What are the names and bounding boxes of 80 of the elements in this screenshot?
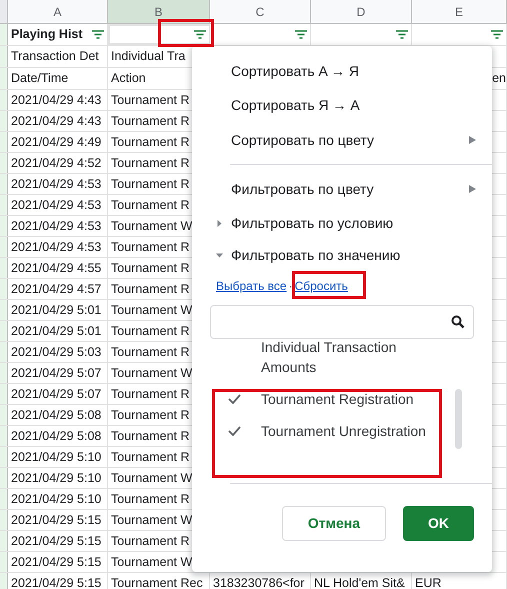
table-cell: 2021/04/29 4:53 <box>8 174 108 194</box>
table-cell: 2021/04/29 4:43 <box>8 90 108 110</box>
table-cell: 2021/04/29 5:08 <box>8 426 108 446</box>
table-cell: 2021/04/29 4:55 <box>8 258 108 278</box>
caret-right-icon <box>216 220 223 226</box>
row-header[interactable] <box>0 216 8 236</box>
table-cell: 2021/04/29 4:53 <box>8 237 108 257</box>
row-header[interactable] <box>0 489 8 509</box>
table-cell: 2021/04/29 5:15 <box>8 573 108 589</box>
row-header[interactable] <box>0 132 8 152</box>
table-cell: 3183230786<for <box>210 573 311 589</box>
row-header[interactable] <box>0 68 8 89</box>
row-header[interactable] <box>0 405 8 425</box>
row-header[interactable] <box>0 468 8 488</box>
table-cell: 2021/04/29 5:15 <box>8 531 108 551</box>
table-cell: 2021/04/29 5:07 <box>8 384 108 404</box>
highlight-frame <box>158 19 214 47</box>
row-header[interactable] <box>0 24 8 45</box>
table-cell: 2021/04/29 5:01 <box>8 321 108 341</box>
table-cell: 2021/04/29 5:03 <box>8 342 108 362</box>
table-cell: Transaction Det <box>8 46 108 67</box>
row-header[interactable] <box>0 111 8 131</box>
row-header[interactable] <box>0 195 8 215</box>
search-icon <box>451 315 465 329</box>
scrollbar[interactable] <box>455 389 462 449</box>
link[interactable]: Выбрать все <box>216 277 287 295</box>
row-header[interactable] <box>0 384 8 404</box>
submenu-arrow-icon <box>469 136 476 144</box>
table-cell: 2021/04/29 5:07 <box>8 363 108 383</box>
row-header[interactable] <box>0 237 8 257</box>
filter-icon[interactable] <box>295 30 307 39</box>
row-header[interactable] <box>0 279 8 299</box>
table-cell: Date/Time <box>8 68 108 89</box>
cancel-button[interactable]: Отмена <box>282 506 386 541</box>
table-cell: 2021/04/29 4:52 <box>8 153 108 173</box>
row-header[interactable] <box>0 573 8 589</box>
table-cell: 2021/04/29 4:57 <box>8 279 108 299</box>
table-cell: 2021/04/29 5:10 <box>8 489 108 509</box>
table-cell: 2021/04/29 5:08 <box>8 405 108 425</box>
row-header[interactable] <box>0 531 8 551</box>
table-cell: Playing Hist <box>8 24 108 45</box>
row-header[interactable] <box>0 321 8 341</box>
table-cell: 2021/04/29 4:49 <box>8 132 108 152</box>
row-header[interactable] <box>0 363 8 383</box>
ok-button[interactable]: OK <box>403 506 474 541</box>
link[interactable]: Сбросить <box>294 277 348 295</box>
submenu-arrow-icon <box>469 185 476 193</box>
row-header[interactable] <box>0 90 8 110</box>
filter-icon[interactable] <box>396 30 408 39</box>
corner-cell[interactable] <box>0 0 8 23</box>
table-cell: 2021/04/29 5:10 <box>8 468 108 488</box>
check-icon <box>228 394 241 404</box>
row-header[interactable] <box>0 552 8 572</box>
row-header[interactable] <box>0 342 8 362</box>
table-cell: 2021/04/29 5:10 <box>8 447 108 467</box>
row-header[interactable] <box>0 46 8 67</box>
table-cell: 2021/04/29 4:53 <box>8 195 108 215</box>
row-header[interactable] <box>0 447 8 467</box>
table-cell: NL Hold'em Sit& <box>311 573 412 589</box>
table-cell: 2021/04/29 5:15 <box>8 510 108 530</box>
column-header[interactable]: B <box>108 0 210 23</box>
dot-separator: · <box>288 278 293 295</box>
table-cell: 2021/04/29 4:43 <box>8 111 108 131</box>
row-header[interactable] <box>0 153 8 173</box>
table-cell: Tournament Rec <box>108 573 210 589</box>
filter-icon[interactable] <box>92 30 104 39</box>
check-icon <box>228 426 241 436</box>
table-cell: 2021/04/29 4:53 <box>8 216 108 236</box>
row-header[interactable] <box>0 258 8 278</box>
row-header[interactable] <box>0 300 8 320</box>
table-cell: 2021/04/29 5:01 <box>8 300 108 320</box>
row-header[interactable] <box>0 510 8 530</box>
filter-icon[interactable] <box>194 30 206 39</box>
filter-icon[interactable] <box>491 30 503 39</box>
caret-down-icon <box>216 252 223 258</box>
search-field[interactable] <box>210 305 474 339</box>
row-header[interactable] <box>0 426 8 446</box>
table-cell: EUR <box>412 573 507 589</box>
table-cell: 2021/04/29 5:15 <box>8 552 108 572</box>
row-header[interactable] <box>0 174 8 194</box>
